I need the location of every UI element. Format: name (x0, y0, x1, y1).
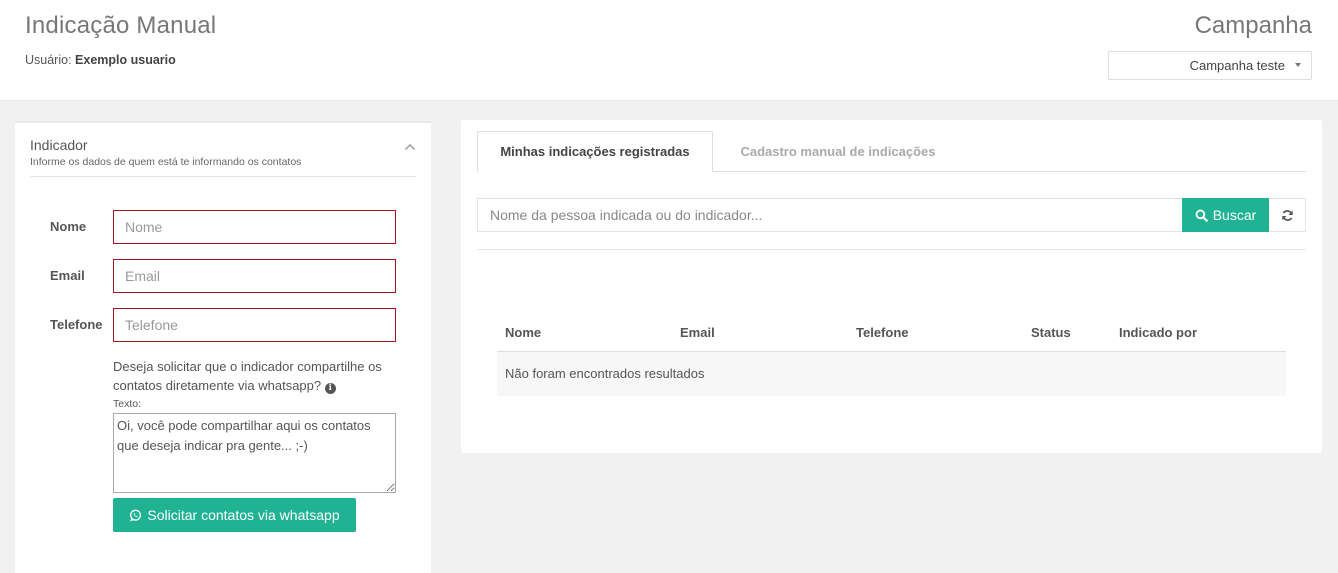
results-table: Nome Email Telefone Status Indicado por … (497, 315, 1286, 396)
nome-input[interactable] (113, 210, 396, 244)
share-question: Deseja solicitar que o indicador compart… (113, 357, 403, 395)
telefone-label: Telefone (50, 317, 103, 332)
column-header-email[interactable]: Email (672, 315, 848, 352)
refresh-icon (1281, 209, 1293, 221)
panel-divider (30, 176, 416, 177)
tab-minhas-indicacoes[interactable]: Minhas indicações registradas (477, 131, 713, 172)
page-title: Indicação Manual (25, 12, 217, 39)
request-whatsapp-button[interactable]: Solicitar contatos via whatsapp (113, 498, 356, 532)
column-header-telefone[interactable]: Telefone (848, 315, 1023, 352)
tab-bar: Minhas indicações registradas Cadastro m… (477, 131, 1306, 172)
campaign-selected-value: Campanha teste (1189, 58, 1285, 73)
search-divider (477, 249, 1306, 250)
empty-results-message: Não foram encontrados resultados (497, 351, 1286, 396)
chevron-up-icon[interactable] (404, 142, 416, 152)
page-header: Indicação Manual Usuário: Exemplo usuari… (0, 0, 1338, 101)
campaign-title: Campanha (1194, 12, 1312, 39)
whatsapp-message-textarea[interactable]: Oi, você pode compartilhar aqui os conta… (113, 413, 396, 493)
email-label: Email (50, 268, 85, 283)
column-header-indicado-por[interactable]: Indicado por (1111, 315, 1286, 352)
search-icon (1195, 209, 1208, 222)
share-question-text: Deseja solicitar que o indicador compart… (113, 359, 382, 393)
user-info: Usuário: Exemplo usuario (25, 53, 176, 67)
info-icon[interactable]: i (324, 383, 336, 394)
indicator-panel: Indicador Informe os dados de quem está … (15, 121, 431, 573)
refresh-button[interactable] (1269, 198, 1306, 232)
nome-label: Nome (50, 219, 87, 234)
user-label: Usuário: (25, 53, 72, 67)
user-name: Exemplo usuario (75, 53, 176, 67)
caret-down-icon (1295, 63, 1301, 67)
request-whatsapp-label: Solicitar contatos via whatsapp (147, 507, 340, 523)
table-header-row: Nome Email Telefone Status Indicado por (497, 315, 1286, 352)
tab-cadastro-manual[interactable]: Cadastro manual de indicações (713, 131, 963, 172)
table-row: Não foram encontrados resultados (497, 351, 1286, 396)
search-input[interactable] (477, 198, 1183, 232)
buscar-label: Buscar (1212, 207, 1257, 223)
indicator-panel-subtitle: Informe os dados de quem está te informa… (30, 156, 302, 168)
whatsapp-icon (130, 509, 142, 521)
column-header-status[interactable]: Status (1023, 315, 1111, 352)
indications-panel: Minhas indicações registradas Cadastro m… (461, 120, 1322, 453)
telefone-input[interactable] (113, 308, 396, 342)
email-input[interactable] (113, 259, 396, 293)
campaign-select[interactable]: Campanha teste (1108, 51, 1312, 80)
buscar-button[interactable]: Buscar (1182, 198, 1269, 232)
column-header-nome[interactable]: Nome (497, 315, 672, 352)
indicator-panel-title: Indicador (30, 137, 88, 153)
texto-label: Texto: (113, 398, 142, 410)
